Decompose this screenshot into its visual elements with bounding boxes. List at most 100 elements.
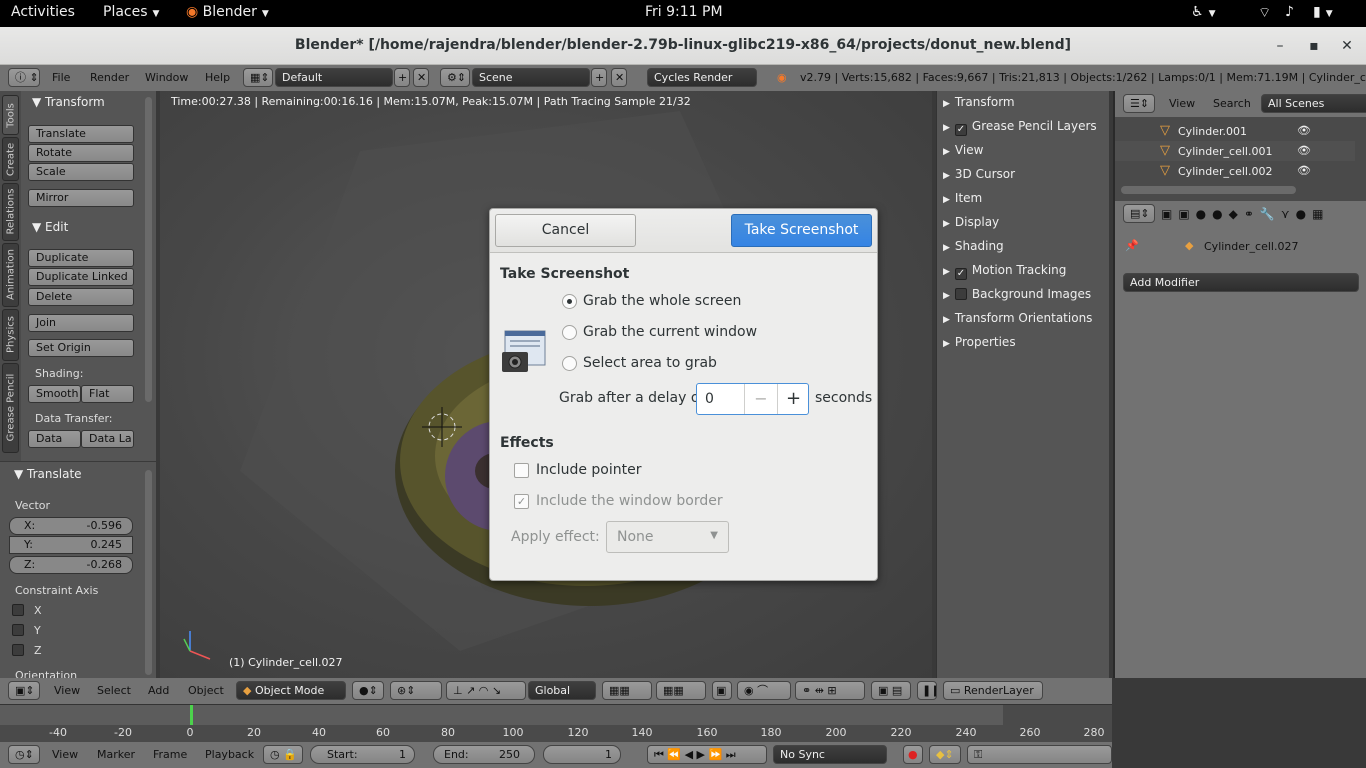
viewport-select-menu[interactable]: Select [97,684,131,697]
duplicate-linked-button[interactable]: Duplicate Linked [28,268,134,286]
pause-render-icon[interactable]: ❚❚ [917,681,937,700]
maximize-button[interactable]: ▪ [1303,35,1325,57]
delay-increment-button[interactable]: + [777,384,809,414]
timeline[interactable]: -40 -20 0 20 40 60 80 100 120 140 160 18… [0,704,1112,742]
delay-value[interactable]: 0 [705,391,714,407]
edit-panel-header[interactable]: ▼ Edit [32,220,68,234]
playback-options-icons[interactable]: ◷ 🔒 [263,745,303,764]
npanel-background-images[interactable]: ▶ Background Images [943,287,1091,301]
translate-panel-header[interactable]: ▼ Translate [14,467,82,481]
places-menu[interactable]: Places ▼ [103,4,159,20]
layers-grid-1[interactable]: ▦▦ [602,681,652,700]
tab-tools[interactable]: Tools [2,95,19,135]
playback-controls[interactable]: ⏮ ⏪ ◀ ▶ ⏩ ⏭ [647,745,767,764]
transform-panel-header[interactable]: ▼ Transform [32,95,105,109]
layout-add-icon[interactable]: + [394,68,410,87]
layout-field[interactable]: Default [275,68,393,87]
npanel-display[interactable]: ▶ Display [943,215,999,229]
current-frame-marker[interactable] [190,705,193,725]
outliner-view-menu[interactable]: View [1169,97,1195,110]
tab-grease-pencil[interactable]: Grease Pencil [2,363,19,453]
keying-set-field[interactable]: ⚿ [967,745,1112,764]
marker-menu[interactable]: Marker [97,748,135,761]
shading-mode-icon[interactable]: ●⇕ [352,681,384,700]
toolshelf-scrollbar[interactable] [145,97,152,402]
playback-menu[interactable]: Playback [205,748,254,761]
frame-menu[interactable]: Frame [153,748,187,761]
include-border-checkbox[interactable]: ✓ [514,494,529,509]
window-menu[interactable]: Window [145,71,188,84]
outliner-hscroll[interactable] [1121,186,1296,194]
smooth-button[interactable]: Smooth [28,385,81,403]
constraint-x-checkbox[interactable] [12,604,24,616]
grab-whole-screen-label[interactable]: Grab the whole screen [583,293,741,309]
select-area-label[interactable]: Select area to grab [583,355,717,371]
outliner-type-icon[interactable]: ☰⇕ [1123,94,1155,113]
grab-current-window-radio[interactable] [562,325,577,340]
file-menu[interactable]: File [52,71,70,84]
pivot-icon[interactable]: ⊛⇕ [390,681,442,700]
layer-lock-icon[interactable]: ▣ [712,681,732,700]
render-engine-select[interactable]: Cycles Render [647,68,757,87]
activities-button[interactable]: Activities [11,4,75,20]
scene-icon[interactable]: ⚙⇕ [440,68,470,87]
editor-type-icon[interactable]: ⓘ ⇕ [8,68,40,87]
outliner-search-menu[interactable]: Search [1213,97,1251,110]
translate-button[interactable]: Translate [28,125,134,143]
take-screenshot-button[interactable]: Take Screenshot [731,214,872,247]
add-modifier-select[interactable]: Add Modifier [1123,273,1359,292]
layout-icon[interactable]: ▦⇕ [243,68,273,87]
npanel-shading[interactable]: ▶ Shading [943,239,1004,253]
close-button[interactable]: ✕ [1336,35,1358,57]
grab-whole-screen-radio[interactable] [562,294,577,309]
record-icon[interactable]: ● [903,745,923,764]
clock[interactable]: Fri 9:11 PM [645,4,723,20]
operator-scrollbar[interactable] [145,470,152,675]
duplicate-button[interactable]: Duplicate [28,249,134,267]
current-frame-field[interactable]: 1 [543,745,621,764]
cancel-button[interactable]: Cancel [495,214,636,247]
npanel-3d-cursor[interactable]: ▶ 3D Cursor [943,167,1015,181]
npanel-transform-orientations[interactable]: ▶ Transform Orientations [943,311,1092,325]
vector-x-field[interactable]: X: -0.596 [9,517,133,535]
wifi-icon[interactable]: ⌔ [1258,4,1271,22]
delay-decrement-button[interactable]: − [744,384,777,414]
end-frame-field[interactable]: End: 250 [433,745,535,764]
scene-add-icon[interactable]: + [591,68,607,87]
sync-select[interactable]: No Sync [773,745,887,764]
properties-type-icon[interactable]: ▤⇕ [1123,204,1155,223]
npanel-transform[interactable]: ▶ Transform [943,95,1015,109]
viewport-view-menu[interactable]: View [54,684,80,697]
start-frame-field[interactable]: Start: 1 [310,745,415,764]
data-layers-button[interactable]: Data La [81,430,134,448]
timeline-ruler[interactable] [0,705,1112,725]
vector-y-field[interactable]: Y: 0.245 [9,536,133,554]
render-layer-select[interactable]: ▭ RenderLayer [943,681,1043,700]
tab-create[interactable]: Create [2,137,19,181]
tab-animation[interactable]: Animation [2,243,19,307]
delete-button[interactable]: Delete [28,288,134,306]
snap-icons[interactable]: ⚭ ⇹ ⊞ [795,681,865,700]
include-border-label[interactable]: Include the window border [536,493,723,509]
data-button[interactable]: Data [28,430,81,448]
outliner-row[interactable]: ▽ Cylinder_cell.001 👁 [1115,141,1355,161]
render-preview-icons[interactable]: ▣ ▤ [871,681,911,700]
tab-physics[interactable]: Physics [2,309,19,361]
manipulator-icons[interactable]: ⊥ ↗ ◠ ↘ [446,681,526,700]
viewport-add-menu[interactable]: Add [148,684,169,697]
scene-field[interactable]: Scene [472,68,590,87]
constraint-y-checkbox[interactable] [12,624,24,636]
rotate-button[interactable]: Rotate [28,144,134,162]
scene-remove-icon[interactable]: ✕ [611,68,627,87]
include-pointer-checkbox[interactable] [514,463,529,478]
properties-context-icons[interactable]: ▣▣●●◆⚭🔧⋎●▦ [1161,207,1329,221]
apply-effect-select[interactable]: None ▼ [606,521,729,553]
outliner-row[interactable]: ▽ Cylinder_cell.002 👁 [1115,161,1355,181]
timeline-type-icon[interactable]: ◷⇕ [8,745,40,764]
accessibility-icon[interactable]: ♿ ▼ [1191,4,1215,20]
viewport-type-icon[interactable]: ▣⇕ [8,681,40,700]
outliner-row[interactable]: ▽ Cylinder.001 👁 [1115,121,1355,141]
proportional-edit-icon[interactable]: ◉ ⌒ [737,681,791,700]
set-origin-select[interactable]: Set Origin [28,339,134,357]
volume-icon[interactable]: ♪ [1285,4,1294,20]
